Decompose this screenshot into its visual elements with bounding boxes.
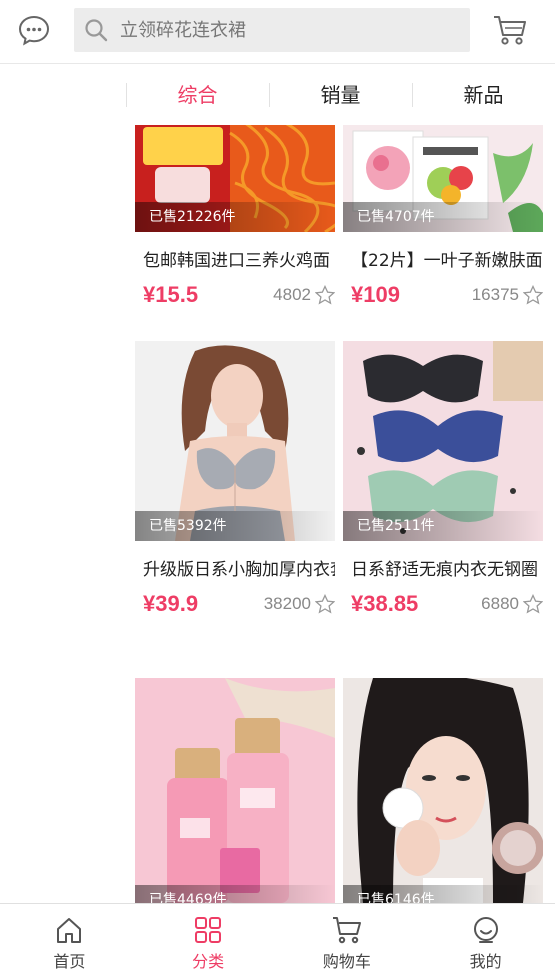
- home-icon: [53, 914, 85, 946]
- favorite-count: 4802: [273, 285, 335, 305]
- star-icon[interactable]: [523, 594, 543, 614]
- star-icon[interactable]: [523, 285, 543, 305]
- product-card[interactable]: [343, 678, 543, 903]
- profile-smile-icon: [470, 914, 502, 946]
- product-image[interactable]: [343, 678, 543, 903]
- chat-bubble-icon[interactable]: [16, 12, 52, 48]
- nav-label: 分类: [192, 952, 225, 971]
- sold-count: 已售2511件: [343, 511, 543, 541]
- sort-tab-sales[interactable]: 销量: [269, 81, 412, 109]
- star-icon[interactable]: [315, 594, 335, 614]
- product-title[interactable]: 日系舒适无痕内衣无钢圈: [343, 555, 543, 580]
- product-image[interactable]: 已售4707件: [343, 125, 543, 232]
- sold-count: 已售21226件: [135, 202, 335, 232]
- search-input[interactable]: [120, 19, 460, 41]
- nav-home[interactable]: 首页: [0, 904, 139, 975]
- product-title[interactable]: 【22片】一叶子新嫩肤面膜: [343, 246, 543, 271]
- product-card[interactable]: 已售21226件 包邮韩国进口三养火鸡面 ¥15.5 4802: [135, 125, 335, 309]
- nav-label: 我的: [469, 952, 502, 971]
- nav-profile[interactable]: 我的: [416, 904, 555, 975]
- search-bar[interactable]: [74, 8, 470, 52]
- product-price: ¥39.9: [143, 591, 199, 616]
- category-grid-icon: [192, 914, 224, 946]
- product-card[interactable]: 已售4707件 【22片】一叶子新嫩肤面膜 ¥109 16375: [343, 125, 543, 309]
- product-image[interactable]: 已售5392件: [135, 341, 335, 541]
- nav-label: 首页: [53, 952, 86, 971]
- product-card[interactable]: [135, 678, 335, 903]
- product-title[interactable]: 包邮韩国进口三养火鸡面: [135, 246, 335, 271]
- category-sidebar: [0, 65, 126, 903]
- nav-label: 购物车: [322, 952, 371, 971]
- sold-count: 已售4707件: [343, 202, 543, 232]
- makeup-model-photo: [343, 678, 543, 903]
- bottom-nav: 首页 分类 购物车 我的: [0, 903, 555, 975]
- product-card[interactable]: 已售2511件 日系舒适无痕内衣无钢圈 ¥38.85 6880: [343, 341, 543, 618]
- product-image[interactable]: 已售21226件: [135, 125, 335, 232]
- sold-count: 已售5392件: [135, 511, 335, 541]
- favorite-count: 6880: [481, 594, 543, 614]
- cart-icon[interactable]: [490, 10, 530, 50]
- star-icon[interactable]: [315, 285, 335, 305]
- sort-tab-comprehensive[interactable]: 综合: [126, 81, 269, 109]
- product-title[interactable]: 升级版日系小胸加厚内衣套装: [135, 555, 335, 580]
- favorite-count: 38200: [264, 594, 335, 614]
- product-image[interactable]: [135, 678, 335, 903]
- product-grid: 已售21226件 包邮韩国进口三养火鸡面 ¥15.5 4802 已售4707件 …: [126, 125, 555, 903]
- product-image[interactable]: 已售2511件: [343, 341, 543, 541]
- nav-cart[interactable]: 购物车: [278, 904, 417, 975]
- product-price: ¥15.5: [143, 282, 199, 307]
- product-card[interactable]: 已售5392件 升级版日系小胸加厚内衣套装 ¥39.9 38200: [135, 341, 335, 618]
- cart-icon: [331, 914, 363, 946]
- nav-category[interactable]: 分类: [139, 904, 278, 975]
- favorite-count: 16375: [472, 285, 543, 305]
- product-price: ¥38.85: [351, 591, 419, 616]
- pink-cosmetics-photo: [135, 678, 335, 903]
- search-icon: [84, 17, 110, 43]
- sort-tabs: 综合 销量 新品: [126, 65, 555, 125]
- sort-tab-new[interactable]: 新品: [412, 81, 555, 109]
- product-price: ¥109: [351, 282, 400, 307]
- top-bar: [0, 0, 555, 64]
